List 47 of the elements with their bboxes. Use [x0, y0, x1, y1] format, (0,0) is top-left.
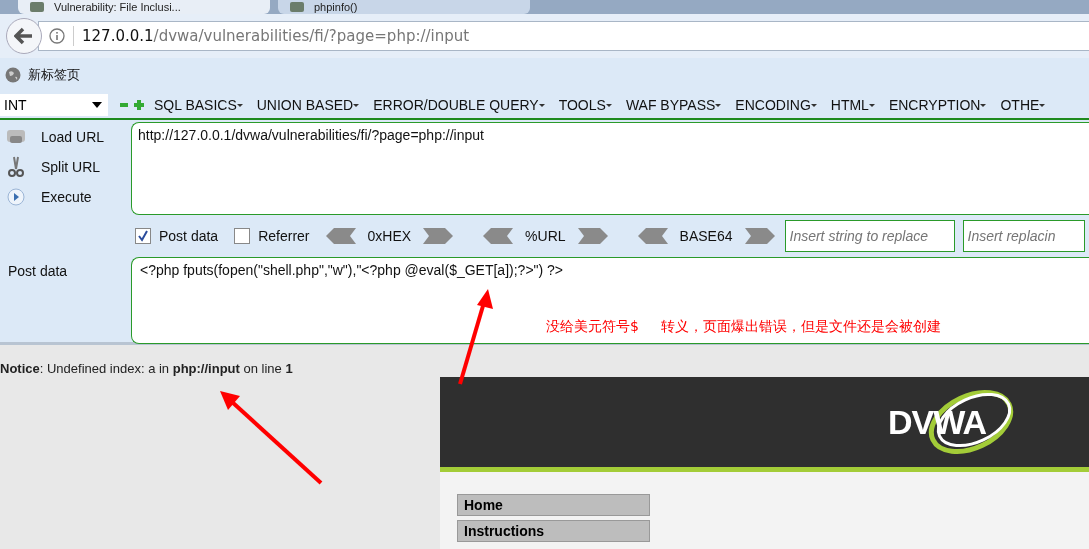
left-chevron-icon[interactable] — [637, 228, 668, 244]
back-arrow-icon — [14, 27, 34, 45]
post-data-label: Post data — [7, 261, 69, 281]
page-icon — [290, 2, 304, 12]
menu-item[interactable]: ENCRYPTION — [888, 97, 987, 113]
annotation-text: 没给美元符号$ 转义，页面爆出错误，但是文件还是会被创建 — [546, 318, 942, 336]
plus-icon[interactable] — [134, 100, 144, 110]
encoder-label: BASE64 — [679, 228, 733, 244]
page-icon — [30, 2, 44, 12]
left-chevron-icon[interactable] — [325, 228, 356, 244]
replace-field[interactable]: Insert string to replace — [784, 220, 955, 252]
type-dropdown[interactable]: INT — [0, 94, 108, 116]
globe-icon — [5, 67, 21, 83]
checkbox-label: Referrer — [258, 228, 310, 244]
encoder-label: %URL — [525, 228, 566, 244]
url-textarea[interactable]: http://127.0.0.1/dvwa/vulnerabilities/fi/?page=php://input — [131, 122, 1089, 216]
menu-item[interactable]: UNION BASED — [256, 97, 360, 113]
menu-item[interactable]: TOOLS — [558, 97, 612, 113]
checkbox[interactable] — [135, 228, 151, 244]
nav-menu-item[interactable]: Home — [457, 494, 650, 516]
left-chevron-icon[interactable] — [483, 228, 514, 244]
browser-tab[interactable]: Vulnerability: File Inclusi... — [18, 0, 270, 14]
back-button[interactable] — [6, 18, 42, 54]
nav-menu-item[interactable]: Instructions — [457, 520, 650, 542]
right-chevron-icon[interactable] — [423, 228, 454, 244]
menu-item[interactable]: HTML — [830, 97, 875, 113]
play-icon — [5, 187, 27, 207]
action-button[interactable]: Load URL — [0, 126, 131, 148]
encoder-label: 0xHEX — [367, 228, 412, 244]
address-bar[interactable]: 127.0.0.1/dvwa/vulnerabilities/fi/?page=php://input — [38, 21, 1089, 51]
menu-item[interactable]: SQL BASICS — [154, 97, 243, 113]
checkbox-label: Post data — [159, 228, 219, 244]
menu-item[interactable]: WAF BYPASS — [625, 97, 722, 113]
menu-item[interactable]: ERROR/DOUBLE QUERY — [373, 97, 545, 113]
php-notice: Notice: Undefined index: a in php://input on line 1 — [0, 360, 294, 376]
menu-item[interactable]: OTHE — [1000, 97, 1046, 113]
info-icon — [49, 28, 65, 44]
action-button[interactable]: Split URL — [0, 156, 131, 178]
action-button[interactable]: Execute — [0, 186, 131, 208]
right-chevron-icon[interactable] — [744, 228, 775, 244]
scissors-icon — [5, 156, 27, 178]
right-chevron-icon[interactable] — [577, 228, 608, 244]
menu-item[interactable]: ENCODING — [735, 97, 817, 113]
bookmark[interactable]: 新标签页 — [5, 66, 80, 84]
checkbox[interactable] — [234, 228, 251, 244]
browser-tab[interactable]: phpinfo() — [278, 0, 530, 14]
replace-field[interactable]: Insert replacin — [962, 220, 1085, 252]
